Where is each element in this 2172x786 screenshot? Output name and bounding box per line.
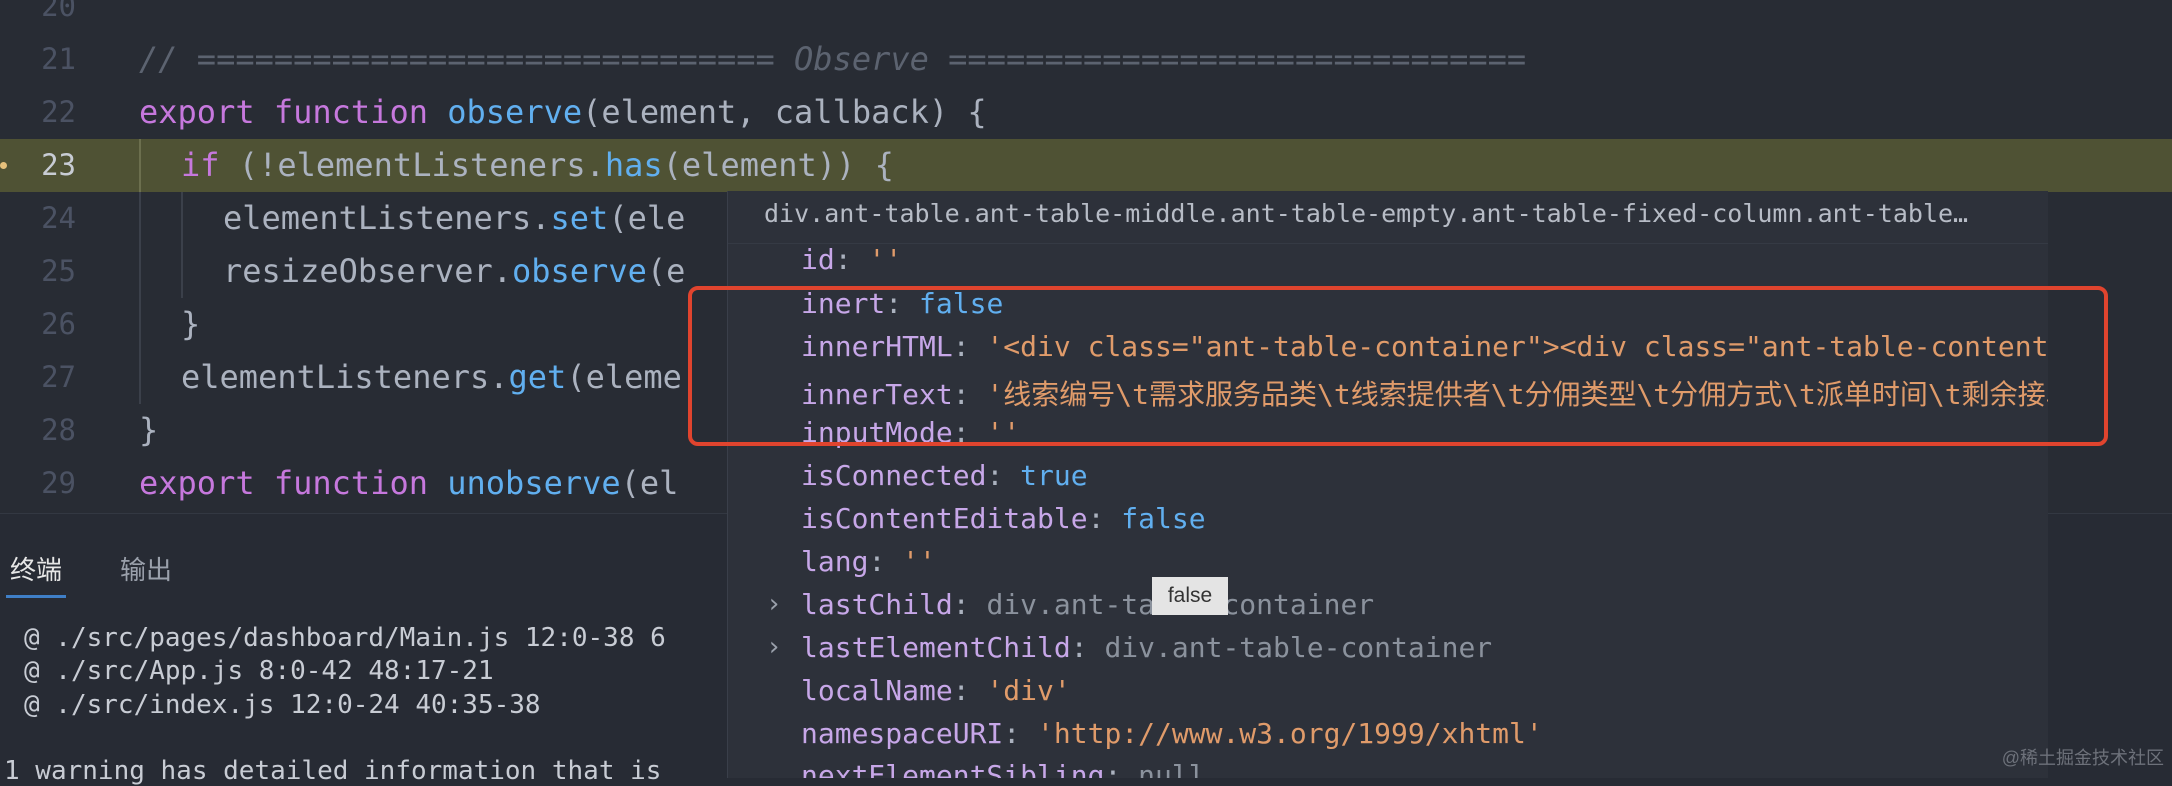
code-rest: (element, callback) { [582, 93, 987, 131]
code-part: elementListeners. [223, 199, 551, 237]
property-row[interactable]: isContentEditable: false [801, 502, 1206, 535]
watermark: @稀土掘金技术社区 [2001, 748, 2164, 768]
code-rest: (el [620, 464, 679, 502]
property-row[interactable]: lastElementChild: div.ant-table-containe… [801, 631, 1492, 664]
value-tooltip: false [1152, 577, 1228, 615]
terminal-line: @ ./src/index.js 12:0-24 40:35-38 [24, 690, 541, 720]
indent-guide [181, 192, 183, 245]
property-row[interactable]: nextElementSibling: null [801, 759, 1206, 778]
code-text: export function unobserve(el [139, 457, 678, 510]
function-name: get [508, 358, 567, 396]
property-key: isContentEditable [801, 502, 1088, 535]
function-name: unobserve [447, 464, 621, 502]
tooltip-header: div.ant-table.ant-table-middle.ant-table… [764, 199, 1969, 228]
code-part: (ele [608, 199, 686, 237]
property-key: lastChild [801, 588, 953, 621]
terminal-line: 1 warning has detailed information that … [4, 756, 662, 786]
property-key: nextElementSibling [801, 759, 1105, 778]
chevron-right-icon[interactable]: › [766, 589, 782, 619]
property-key: localName [801, 674, 953, 707]
code-text: elementListeners.get(eleme [181, 351, 682, 404]
line-number: 27 [41, 360, 76, 394]
keyword: export [139, 93, 255, 131]
code-part: elementListeners. [181, 358, 509, 396]
indent-guide [139, 139, 141, 192]
line-number: 26 [41, 307, 76, 341]
code-text: elementListeners.set(ele [223, 192, 685, 245]
line-number: 28 [41, 413, 76, 447]
tab-output[interactable]: 输出 [120, 550, 172, 587]
property-value: 'http://www.w3.org/1999/xhtml' [1037, 717, 1543, 750]
function-name: observe [447, 93, 583, 131]
code-line[interactable]: 20 [0, 0, 2172, 33]
code-line[interactable]: 22 export function observe(element, call… [0, 86, 2172, 139]
line-number: 23 [41, 148, 76, 182]
keyword: function [273, 464, 428, 502]
code-text: // ============================== Observ… [139, 33, 1526, 86]
indent-guide [139, 298, 141, 351]
indent-guide [139, 192, 141, 245]
code-part: (e [646, 252, 686, 290]
property-value: null [1138, 759, 1206, 778]
chevron-right-icon[interactable]: › [766, 632, 782, 662]
function-name: set [550, 199, 609, 237]
property-key: lang [801, 545, 869, 578]
property-row[interactable]: namespaceURI: 'http://www.w3.org/1999/xh… [801, 717, 1543, 750]
property-value: '' [902, 545, 936, 578]
code-text: if (!elementListeners.has(element)) { [181, 139, 894, 192]
line-number: 24 [41, 201, 76, 235]
code-text: resizeObserver.observe(e [223, 245, 685, 298]
property-key: id [801, 243, 835, 276]
line-number: 22 [41, 95, 76, 129]
property-value: false [1121, 502, 1206, 535]
terminal-line: @ ./src/pages/dashboard/Main.js 12:0-38 … [24, 623, 666, 653]
property-row[interactable]: lastChild: div.ant-table-container [801, 588, 1374, 621]
annotation-highlight-box [688, 286, 2108, 446]
divider [728, 243, 2048, 244]
property-key: namespaceURI [801, 717, 1004, 750]
line-number: 25 [41, 254, 76, 288]
code-line[interactable]: 21 // ============================== Obs… [0, 33, 2172, 86]
indent-guide [139, 245, 141, 298]
keyword: function [273, 93, 428, 131]
code-line-active[interactable]: 23 if (!elementListeners.has(element)) { [0, 139, 2172, 192]
keyword: export [139, 464, 255, 502]
indent-guide [139, 351, 141, 404]
property-value: '' [868, 243, 903, 276]
line-number: 29 [41, 466, 76, 500]
terminal-line: @ ./src/App.js 8:0-42 48:17-21 [24, 656, 494, 686]
property-value: true [1020, 459, 1088, 492]
code-text: } [181, 298, 200, 351]
active-tab-indicator [6, 595, 66, 598]
code-part: (!elementListeners. [219, 146, 605, 184]
property-key: lastElementChild [801, 631, 1071, 664]
indent-guide [181, 245, 183, 298]
property-value: 'div' [986, 674, 1071, 707]
property-row[interactable]: isConnected: true [801, 459, 1088, 492]
property-row[interactable]: lang: '' [801, 545, 936, 578]
code-text: export function observe(element, callbac… [139, 86, 987, 139]
code-comment: // ============================== Observ… [139, 40, 1527, 78]
code-part: (element)) { [662, 146, 894, 184]
code-part: } [139, 411, 159, 449]
code-part: (eleme [566, 358, 682, 396]
property-row[interactable]: id: '' [801, 243, 902, 276]
function-name: observe [511, 252, 647, 290]
property-row[interactable]: localName: 'div' [801, 674, 1071, 707]
keyword: if [181, 146, 220, 184]
code-part: } [181, 305, 201, 343]
function-name: has [604, 146, 663, 184]
line-number: 20 [41, 0, 76, 23]
property-key: isConnected [801, 459, 987, 492]
line-number: 21 [41, 42, 76, 76]
tab-terminal[interactable]: 终端 [10, 550, 62, 587]
code-text: } [139, 404, 158, 457]
debug-hover-tooltip[interactable]: div.ant-table.ant-table-middle.ant-table… [727, 191, 2048, 778]
property-value: div.ant-table-container [1104, 631, 1493, 664]
code-part: resizeObserver. [223, 252, 512, 290]
